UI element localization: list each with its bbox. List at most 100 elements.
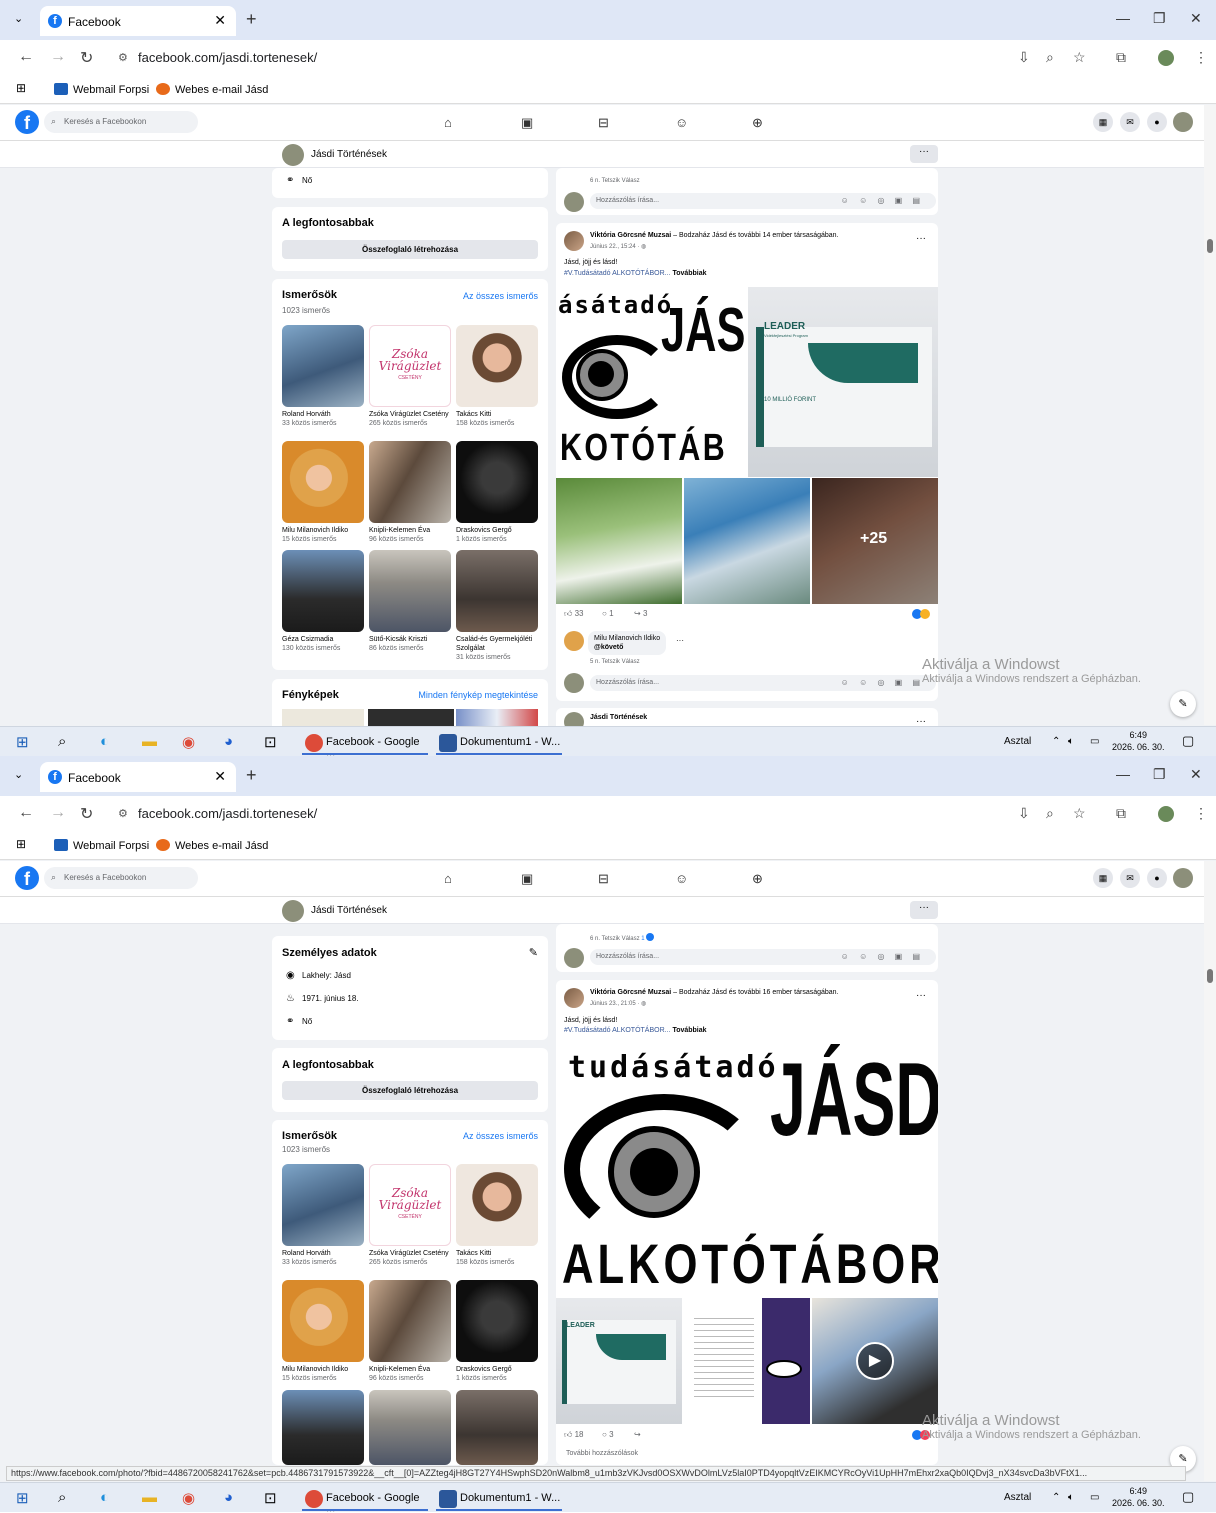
app-icon[interactable]: ⊡ bbox=[264, 733, 277, 751]
groups-icon[interactable]: ☺ bbox=[675, 115, 688, 130]
post-hashtag[interactable]: #V.Tudásátadó ALKOTÓTÁBOR... bbox=[564, 270, 670, 277]
tray-chevron-icon[interactable]: ⌃ bbox=[1052, 736, 1060, 747]
menu-icon[interactable]: ⋮ bbox=[1194, 49, 1208, 66]
restore-icon[interactable]: ❐ bbox=[1153, 766, 1166, 783]
tab-list-icon[interactable]: ⌄ bbox=[14, 768, 23, 781]
minimize-icon[interactable]: — bbox=[1116, 10, 1130, 26]
gaming-icon[interactable]: ⊕ bbox=[752, 871, 763, 887]
like-icon[interactable]: 👍︎ bbox=[564, 1430, 572, 1439]
start-icon[interactable]: ⊞ bbox=[16, 733, 29, 751]
all-friends-link[interactable]: Az összes ismerős bbox=[463, 1131, 538, 1141]
commenter-avatar[interactable] bbox=[564, 631, 584, 651]
friend-item[interactable]: Zsóka Virágüzlet CSETÉNY Zsóka Virágüzle… bbox=[369, 1164, 451, 1267]
friend-item[interactable]: Takács Kitti 158 közös ismerős bbox=[456, 325, 538, 428]
poster-image[interactable]: ásátadó JÁS KOTÓTÁB bbox=[556, 287, 746, 477]
account-avatar[interactable] bbox=[1173, 868, 1193, 888]
commenter-name[interactable]: Milu Milanovich Ildiko bbox=[594, 634, 660, 643]
share-icon[interactable]: ↪ bbox=[634, 609, 641, 618]
edge-icon[interactable]: ◐ bbox=[100, 733, 109, 750]
video-tile[interactable]: ▶ bbox=[812, 1298, 938, 1424]
bookmark-webmail[interactable]: Webmail Forpsi bbox=[54, 83, 149, 96]
apps-icon[interactable]: ⊞ bbox=[16, 837, 26, 851]
bookmark-webmail[interactable]: Webmail Forpsi bbox=[54, 839, 149, 852]
more-comments-link[interactable]: További hozzászólások bbox=[566, 1450, 638, 1457]
comment-input[interactable]: Hozzászólás írása... ☺ ☺ ◎ ▣ ▤ bbox=[590, 949, 936, 965]
messenger-icon[interactable]: ✉ bbox=[1120, 112, 1140, 132]
see-more-link[interactable]: Továbbiak bbox=[672, 1027, 706, 1034]
page-name[interactable]: Jásdi Történések bbox=[311, 905, 387, 916]
chrome-icon[interactable]: ◉ bbox=[182, 733, 195, 751]
friends-title[interactable]: Ismerősök bbox=[282, 289, 337, 301]
page-avatar[interactable] bbox=[282, 144, 304, 166]
home-icon[interactable]: ⌂ bbox=[444, 115, 452, 130]
network-icon[interactable]: ▭ bbox=[1090, 736, 1099, 747]
commenter-tag[interactable]: @követő bbox=[594, 643, 660, 652]
scroll-thumb[interactable] bbox=[1207, 969, 1213, 983]
comment-tools-icon[interactable]: ☺ ☺ ◎ ▣ ▤ bbox=[841, 952, 924, 961]
restore-icon[interactable]: ❐ bbox=[1153, 10, 1166, 27]
friend-item[interactable]: Knipli-Kelemen Éva 96 közös ismerős bbox=[369, 441, 451, 544]
scrollbar[interactable] bbox=[1204, 105, 1216, 725]
window-close-icon[interactable]: ✕ bbox=[1190, 10, 1202, 27]
window-close-icon[interactable]: ✕ bbox=[1190, 766, 1202, 783]
tray-chevron-icon[interactable]: ⌃ bbox=[1052, 1492, 1060, 1503]
friend-item[interactable]: Draskovics Gergő 1 közös ismerős bbox=[456, 441, 538, 544]
comment-input[interactable]: Hozzászólás írása... ☺ ☺ ◎ ▣ ▤ bbox=[590, 193, 936, 209]
account-avatar[interactable] bbox=[1173, 112, 1193, 132]
desktop-toolbar[interactable]: Asztal bbox=[1004, 736, 1031, 747]
file-explorer-icon[interactable]: ▬ bbox=[142, 1489, 157, 1506]
friend-item[interactable] bbox=[369, 1390, 451, 1465]
post-author[interactable]: Viktória Görcsné Muzsai bbox=[590, 989, 671, 996]
star-icon[interactable]: ☆ bbox=[1073, 49, 1086, 66]
reload-icon[interactable]: ↻ bbox=[80, 48, 93, 68]
back-icon[interactable]: ← bbox=[18, 804, 34, 822]
start-icon[interactable]: ⊞ bbox=[16, 1489, 29, 1507]
forward-icon[interactable]: → bbox=[50, 48, 66, 66]
more-photos-tile[interactable]: +25 bbox=[812, 478, 938, 604]
groups-icon[interactable]: ☺ bbox=[675, 871, 688, 886]
friend-item[interactable]: Család-és Gyermekjóléti Szolgálat 31 köz… bbox=[456, 550, 538, 662]
friends-title[interactable]: Ismerősök bbox=[282, 1130, 337, 1142]
reload-icon[interactable]: ↻ bbox=[80, 804, 93, 824]
see-more-link[interactable]: Továbbiak bbox=[672, 270, 706, 277]
facebook-search-input[interactable]: ⌕ Keresés a Facebookon bbox=[44, 111, 198, 133]
edit-pencil-icon[interactable]: ✎ bbox=[529, 946, 538, 959]
bookmark-webes-email[interactable]: Webes e-mail Jásd bbox=[156, 83, 268, 96]
compose-message-button[interactable]: ✎ bbox=[1170, 691, 1196, 717]
create-summary-button[interactable]: Összefoglaló létrehozása bbox=[282, 240, 538, 259]
browser-tab[interactable]: f Facebook ✕ bbox=[40, 6, 236, 36]
menu-grid-icon[interactable]: ▦ bbox=[1093, 112, 1113, 132]
poster-image[interactable]: tudásátadó JÁSD ALKOTÓTÁBOR bbox=[556, 1044, 938, 1296]
friend-item[interactable]: Zsóka Virágüzlet CSETÉNY Zsóka Virágüzle… bbox=[369, 325, 451, 428]
thunderbird-icon[interactable]: ◕ bbox=[224, 733, 233, 750]
video-icon[interactable]: ▣ bbox=[521, 115, 533, 131]
photos-title[interactable]: Fényképek bbox=[282, 689, 339, 701]
comment-icon[interactable]: ○ bbox=[602, 609, 607, 618]
play-icon[interactable]: ▶ bbox=[856, 1342, 894, 1380]
close-icon[interactable]: ✕ bbox=[214, 12, 226, 29]
volume-icon[interactable]: 🔈︎ bbox=[1068, 736, 1074, 747]
friend-item[interactable]: Takács Kitti 158 közös ismerős bbox=[456, 1164, 538, 1267]
marketplace-icon[interactable]: ⊟ bbox=[598, 115, 609, 131]
post-author-avatar[interactable] bbox=[564, 231, 584, 251]
facebook-logo[interactable]: f bbox=[15, 866, 39, 890]
leader-banner-image[interactable]: LEADER Vidékfejlesztési Program 10 MILLI… bbox=[748, 287, 938, 477]
apps-icon[interactable]: ⊞ bbox=[16, 81, 26, 95]
extensions-icon[interactable]: ⧉ bbox=[1116, 49, 1126, 66]
network-icon[interactable]: ▭ bbox=[1090, 1492, 1099, 1503]
notification-center-icon[interactable]: ▢ bbox=[1182, 733, 1194, 749]
post-more-icon[interactable]: ··· bbox=[916, 233, 926, 244]
clock[interactable]: 6:49 2026. 06. 30. bbox=[1112, 1485, 1165, 1509]
star-icon[interactable]: ☆ bbox=[1073, 805, 1086, 822]
comment-tools-icon[interactable]: ☺ ☺ ◎ ▣ ▤ bbox=[841, 196, 924, 205]
post-hashtag[interactable]: #V.Tudásátadó ALKOTÓTÁBOR... bbox=[564, 1027, 670, 1034]
friend-item[interactable]: Sütő-Kicsák Kriszti 86 közös ismerős bbox=[369, 550, 451, 653]
thunderbird-icon[interactable]: ◕ bbox=[224, 1489, 233, 1506]
extensions-icon[interactable]: ⧉ bbox=[1116, 805, 1126, 822]
facebook-search-input[interactable]: ⌕ Keresés a Facebookon bbox=[44, 867, 198, 889]
friend-item[interactable] bbox=[282, 1390, 364, 1465]
file-explorer-icon[interactable]: ▬ bbox=[142, 733, 157, 750]
app-icon[interactable]: ⊡ bbox=[264, 1489, 277, 1507]
leader-banner-image[interactable]: LEADER bbox=[556, 1298, 682, 1424]
profile-avatar[interactable] bbox=[1158, 50, 1174, 66]
